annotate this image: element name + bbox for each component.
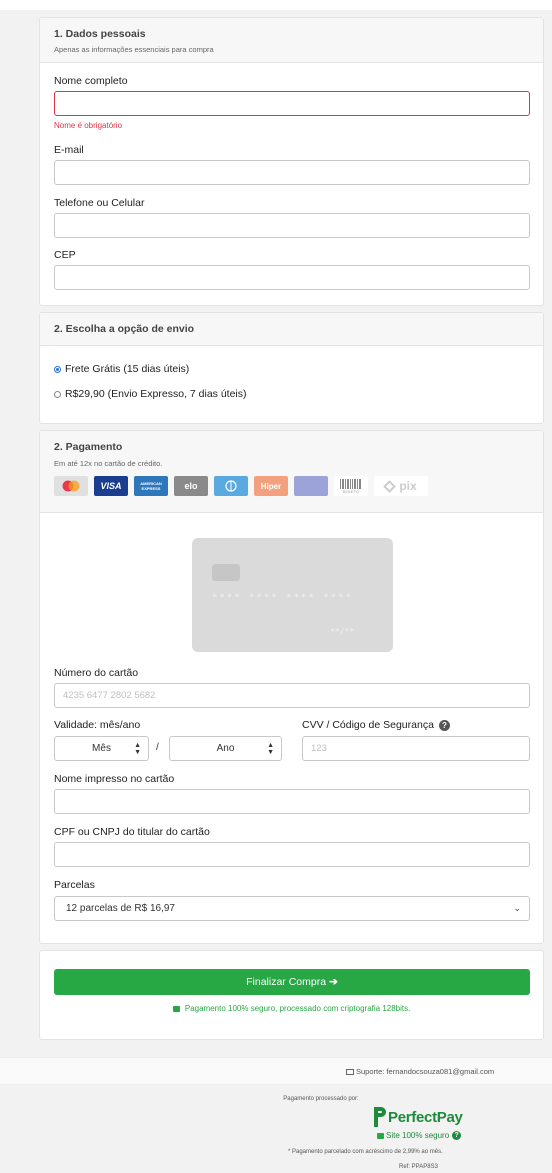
card-number-input[interactable]: 4235 6477 2802 5682: [54, 683, 530, 708]
document-input[interactable]: [54, 842, 530, 867]
amex-icon: AMERICAN EXPRESS: [134, 476, 168, 496]
support-bar: Suporte: fernandocsouza081@gmail.com: [0, 1057, 552, 1085]
personal-data-card: 1. Dados pessoais Apenas as informações …: [39, 17, 544, 306]
arrow-right-icon: ➔: [329, 976, 338, 988]
finalize-button-label: Finalizar Compra: [246, 976, 327, 988]
card-preview-expiry: **/**: [330, 627, 355, 636]
chevron-down-icon: ⌄: [513, 903, 521, 913]
name-input[interactable]: [54, 91, 530, 116]
shipping-option-free[interactable]: Frete Grátis (15 dias úteis): [54, 363, 189, 375]
year-select[interactable]: Ano ▲ ▼: [169, 736, 282, 761]
boleto-label: BOLETO: [342, 488, 360, 494]
holder-label: Nome impresso no cartão: [54, 773, 175, 785]
month-select-value: Mês: [92, 743, 111, 754]
year-select-value: Ano: [216, 743, 235, 754]
payment-methods: VISA AMERICAN EXPRESS elo Hiper BOLETO p…: [54, 476, 529, 496]
interest-note: * Pagamento parcelado com acréscimo de 2…: [288, 1149, 443, 1155]
payment-header: 2. Pagamento Em até 12x no cartão de cré…: [40, 431, 543, 513]
cvv-label-row: CVV / Código de Segurança ?: [302, 719, 450, 731]
mastercard-icon: [54, 476, 88, 496]
section-title: 1. Dados pessoais: [54, 28, 146, 40]
card-number-placeholder: 4235 6477 2802 5682: [63, 690, 156, 701]
envelope-icon: [346, 1068, 354, 1075]
date-separator: /: [156, 742, 159, 753]
name-label: Nome completo: [54, 75, 128, 87]
secure-payment-text: Pagamento 100% seguro, processado com cr…: [184, 1004, 411, 1013]
top-strip: [0, 0, 552, 10]
card-brand-icon: [294, 476, 328, 496]
card-preview-number: **** **** **** ****: [212, 593, 353, 603]
shipping-option-express[interactable]: R$29,90 (Envio Expresso, 7 dias úteis): [54, 388, 247, 400]
section-subtitle: Apenas as informações essenciais para co…: [54, 45, 214, 54]
email-input[interactable]: [54, 160, 530, 185]
radio-unchecked-icon[interactable]: [54, 390, 61, 398]
site-secure-line: Site 100% seguro ?: [377, 1131, 462, 1140]
help-icon[interactable]: ?: [438, 719, 450, 731]
pix-diamond-icon: [383, 479, 397, 493]
installments-value: 12 parcelas de R$ 16,97: [66, 903, 175, 914]
lock-icon: [172, 1006, 180, 1012]
cvv-label: CVV / Código de Segurança: [302, 719, 434, 731]
installments-select[interactable]: 12 parcelas de R$ 16,97 ⌄: [54, 896, 530, 921]
cvv-placeholder: 123: [311, 743, 327, 754]
perfectpay-mark-icon: [374, 1107, 386, 1127]
card-number-label: Número do cartão: [54, 667, 139, 679]
phone-label: Telefone ou Celular: [54, 197, 145, 209]
validity-label: Validade: mês/ano: [54, 719, 141, 731]
sort-arrows-icon: ▲ ▼: [134, 742, 141, 756]
elo-icon: elo: [174, 476, 208, 496]
shipping-option-label: Frete Grátis (15 dias úteis): [65, 363, 190, 375]
email-label: E-mail: [54, 144, 84, 156]
cep-input[interactable]: [54, 265, 530, 290]
reference-code: Ref: PPAP8S3: [399, 1164, 438, 1170]
support-email[interactable]: Suporte: fernandocsouza081@gmail.com: [356, 1067, 494, 1076]
checkout-card: Finalizar Compra ➔ Pagamento 100% seguro…: [39, 950, 544, 1040]
section-title: 2. Escolha a opção de envio: [54, 323, 195, 335]
site-secure-text: Site 100% seguro: [386, 1131, 450, 1140]
perfectpay-brand: PerfectPay: [388, 1108, 463, 1126]
help-icon[interactable]: ?: [452, 1131, 462, 1140]
phone-input[interactable]: [54, 213, 530, 238]
secure-payment-note: Pagamento 100% seguro, processado com cr…: [40, 1004, 543, 1013]
personal-data-header: 1. Dados pessoais Apenas as informações …: [40, 18, 543, 63]
pix-icon: pix: [374, 476, 428, 496]
name-error-message: Nome é obrigatório: [54, 121, 123, 130]
pix-label: pix: [399, 479, 417, 493]
shipping-card: 2. Escolha a opção de envio Frete Grátis…: [39, 312, 544, 424]
shipping-header: 2. Escolha a opção de envio: [40, 313, 543, 346]
payment-card: 2. Pagamento Em até 12x no cartão de cré…: [39, 430, 544, 944]
sort-arrows-icon: ▲ ▼: [267, 742, 274, 756]
perfectpay-logo: PerfectPay: [374, 1107, 463, 1127]
visa-icon: VISA: [94, 476, 128, 496]
cvv-input[interactable]: 123: [302, 736, 530, 761]
document-label: CPF ou CNPJ do titular do cartão: [54, 826, 210, 838]
card-chip-icon: [212, 564, 240, 581]
month-select[interactable]: Mês ▲ ▼: [54, 736, 149, 761]
finalize-purchase-button[interactable]: Finalizar Compra ➔: [54, 969, 530, 995]
section-title: 2. Pagamento: [54, 441, 123, 453]
support-line: Suporte: fernandocsouza081@gmail.com: [346, 1067, 494, 1076]
processed-by-label: Pagamento processado por:: [283, 1096, 359, 1102]
cep-label: CEP: [54, 249, 76, 261]
shipping-option-label: R$29,90 (Envio Expresso, 7 dias úteis): [65, 388, 247, 400]
section-subtitle: Em até 12x no cartão de crédito.: [54, 459, 163, 468]
installments-label: Parcelas: [54, 879, 95, 891]
card-preview: **** **** **** **** **/**: [192, 538, 393, 652]
holder-input[interactable]: [54, 789, 530, 814]
radio-checked-icon[interactable]: [54, 365, 61, 373]
lock-icon: [377, 1132, 384, 1139]
diners-icon: [214, 476, 248, 496]
hipercard-icon: Hiper: [254, 476, 288, 496]
boleto-icon: BOLETO: [334, 476, 368, 496]
